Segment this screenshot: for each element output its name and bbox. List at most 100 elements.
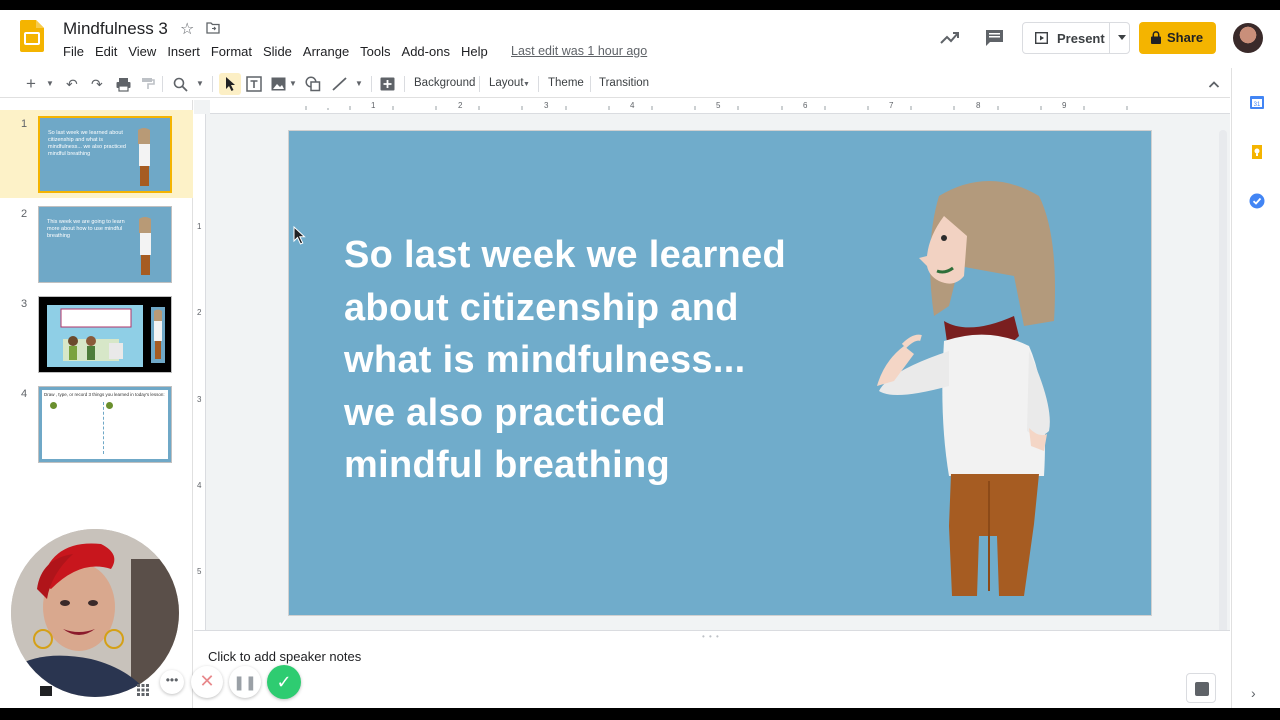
toolbar-divider xyxy=(162,76,163,92)
menu-arrange[interactable]: Arrange xyxy=(303,44,349,59)
insert-image-icon[interactable] xyxy=(271,75,286,93)
share-label: Share xyxy=(1167,30,1204,45)
dashed-divider xyxy=(103,402,104,454)
canvas-vertical-scrollbar[interactable] xyxy=(1219,130,1227,635)
menu-file[interactable]: File xyxy=(63,44,84,59)
menu-view[interactable]: View xyxy=(128,44,156,59)
recording-more-options-icon[interactable]: ••• xyxy=(160,670,184,694)
comment-history-icon[interactable] xyxy=(985,29,1004,47)
select-tool-button[interactable] xyxy=(219,73,241,95)
thinking-character-illustration[interactable] xyxy=(849,176,1089,601)
shape-icon[interactable] xyxy=(305,75,321,93)
layout-caret-icon[interactable]: ▼ xyxy=(523,76,530,94)
slide-thumbnail-text: This week we are going to learn more abo… xyxy=(47,219,125,239)
star-icon[interactable]: ☆ xyxy=(180,19,194,39)
vertical-ruler[interactable]: 1 2 3 4 5 xyxy=(194,114,206,640)
keep-icon[interactable] xyxy=(1249,144,1265,160)
slide-text-line: about citizenship and xyxy=(344,286,739,329)
collapse-toolbar-chevron-icon[interactable] xyxy=(1208,75,1220,93)
menu-tools[interactable]: Tools xyxy=(360,44,390,59)
slide-thumbnail-row[interactable]: 1 So last week we learned about citizens… xyxy=(0,110,193,198)
new-slide-plus-icon[interactable]: + xyxy=(26,75,36,93)
explore-button[interactable] xyxy=(1186,673,1216,703)
toolbar: + ▼ ↶ ↷ ▼ ▼ ▼ Background Layout ▼ Theme … xyxy=(0,70,1230,98)
last-edit-link[interactable]: Last edit was 1 hour ago xyxy=(511,44,647,58)
layout-button[interactable]: Layout xyxy=(489,77,524,89)
slide-thumbnail[interactable]: So last week we learned about citizenshi… xyxy=(38,116,172,193)
webcam-bubble[interactable] xyxy=(11,529,179,697)
menu-insert[interactable]: Insert xyxy=(167,44,200,59)
slide-thumbnail-row[interactable]: 2 This week we are going to learn more a… xyxy=(0,200,193,288)
toolbar-divider xyxy=(404,76,405,92)
menu-help[interactable]: Help xyxy=(461,44,488,59)
menu-format[interactable]: Format xyxy=(211,44,252,59)
present-options-caret-icon[interactable] xyxy=(1118,35,1126,40)
undo-icon[interactable]: ↶ xyxy=(66,75,78,93)
slides-panel-icon[interactable] xyxy=(40,686,52,696)
slide-thumbnail-text: So last week we learned about citizenshi… xyxy=(48,130,126,157)
line-icon[interactable] xyxy=(332,75,347,93)
svg-text:31: 31 xyxy=(1254,102,1261,108)
slides-logo-icon[interactable] xyxy=(20,20,44,52)
slide-thumbnail-row[interactable]: 4 Draw , type, or record 3 things you le… xyxy=(0,380,193,468)
ruler-label: 6 xyxy=(803,101,808,110)
activity-trend-icon[interactable] xyxy=(940,30,960,46)
speaker-notes-placeholder[interactable]: Click to add speaker notes xyxy=(208,649,361,664)
menu-edit[interactable]: Edit xyxy=(95,44,117,59)
move-to-folder-icon[interactable] xyxy=(206,22,220,34)
explore-icon xyxy=(1195,682,1209,696)
slide-thumbnail[interactable]: This week we are going to learn more abo… xyxy=(38,206,172,283)
current-slide[interactable]: So last week we learned about citizenshi… xyxy=(288,130,1152,616)
new-slide-caret-icon[interactable]: ▼ xyxy=(46,75,54,93)
slide-body-text[interactable]: So last week we learned about citizenshi… xyxy=(344,229,864,492)
paint-format-icon[interactable] xyxy=(141,75,155,93)
recording-cancel-icon[interactable]: ✕ xyxy=(191,666,223,698)
tasks-icon[interactable] xyxy=(1249,193,1265,209)
background-button[interactable]: Background xyxy=(414,77,475,89)
zoom-icon[interactable] xyxy=(173,75,188,93)
menu-addons[interactable]: Add-ons xyxy=(402,44,450,59)
menu-slide[interactable]: Slide xyxy=(263,44,292,59)
slide-thumbnail[interactable] xyxy=(38,296,172,373)
transition-button[interactable]: Transition xyxy=(599,77,649,89)
share-button[interactable]: Share xyxy=(1139,22,1216,54)
add-comment-icon[interactable] xyxy=(380,75,395,93)
slide-text-line: So last week we learned xyxy=(344,234,786,276)
slide-number: 4 xyxy=(21,388,28,400)
slide-text-line: we also practiced xyxy=(344,391,666,434)
grid-view-icon[interactable] xyxy=(137,684,149,696)
side-panel: 31 › xyxy=(1231,68,1280,708)
ruler-label: 5 xyxy=(197,567,202,576)
speaker-notes-pane[interactable]: • • • Click to add speaker notes xyxy=(194,630,1230,708)
mouse-cursor-icon xyxy=(293,226,306,245)
horizontal-ruler[interactable]: 1 2 3 4 5 6 7 8 9 xyxy=(210,100,1230,114)
menu-bar: File Edit View Insert Format Slide Arran… xyxy=(63,44,499,59)
document-title[interactable]: Mindfulness 3 xyxy=(63,19,168,39)
line-caret-icon[interactable]: ▼ xyxy=(355,75,363,93)
theme-button[interactable]: Theme xyxy=(548,77,584,89)
ruler-label: 3 xyxy=(544,101,549,110)
number-badge xyxy=(50,402,57,409)
ruler-label: 4 xyxy=(630,101,635,110)
redo-icon[interactable]: ↷ xyxy=(91,75,103,93)
notes-resize-handle[interactable]: • • • xyxy=(702,632,720,641)
slide-thumbnail-row[interactable]: 3 xyxy=(0,290,193,378)
header: Mindfulness 3 ☆ File Edit View Insert Fo… xyxy=(0,10,1280,68)
account-avatar[interactable] xyxy=(1233,23,1263,53)
slide-thumbnail[interactable]: Draw , type, or record 3 things you lear… xyxy=(38,386,172,463)
image-caret-icon[interactable]: ▼ xyxy=(289,75,297,93)
expand-side-panel-chevron-icon[interactable]: › xyxy=(1251,685,1256,701)
ruler-label: 4 xyxy=(197,481,202,490)
zoom-caret-icon[interactable]: ▼ xyxy=(196,75,204,93)
calendar-icon[interactable]: 31 xyxy=(1249,94,1265,110)
toolbar-divider xyxy=(479,76,480,92)
ruler-label: 9 xyxy=(1062,101,1067,110)
print-icon[interactable] xyxy=(116,75,131,93)
recording-pause-icon[interactable]: ❚❚ xyxy=(229,666,261,698)
toolbar-divider xyxy=(538,76,539,92)
present-button[interactable]: Present xyxy=(1022,22,1130,54)
toolbar-divider xyxy=(590,76,591,92)
recording-finish-check-icon[interactable]: ✓ xyxy=(267,665,301,699)
number-badge xyxy=(106,402,113,409)
text-box-icon[interactable] xyxy=(246,75,262,93)
